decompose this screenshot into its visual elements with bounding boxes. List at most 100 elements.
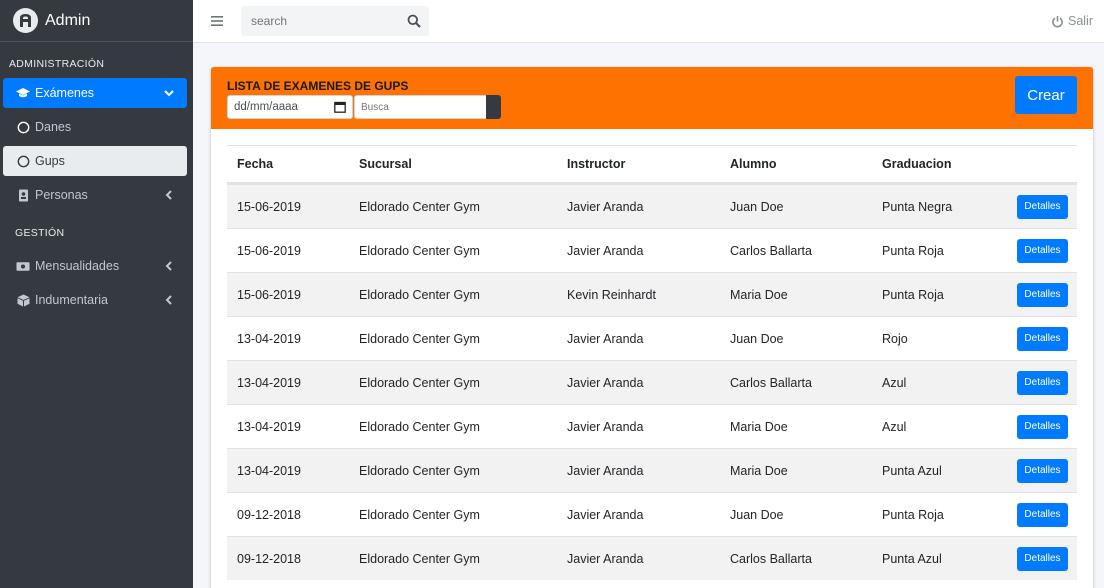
table-row: 15-06-2019 Eldorado Center Gym Javier Ar… (227, 184, 1077, 228)
sidebar-item-personas[interactable]: Personas (3, 180, 187, 210)
circle-icon (16, 120, 30, 134)
box-icon (16, 293, 30, 307)
sidebar-item-examenes[interactable]: Exámenes (3, 78, 187, 108)
sidebar-item-label: Exámenes (35, 86, 95, 100)
sidebar-item-gups[interactable]: Gups (3, 146, 187, 176)
gups-exams-card: LISTA DE EXAMENES DE GUPS dd/mm/aaaa Cre… (211, 67, 1093, 588)
cell-graduacion: Azul (882, 375, 907, 390)
table-row: 13-04-2019 Eldorado Center Gym Javier Ar… (227, 360, 1077, 404)
logout-link[interactable]: Salir (1051, 14, 1093, 28)
cell-alumno: Juan Doe (730, 199, 784, 214)
detalles-button[interactable]: Detalles (1017, 502, 1068, 527)
cell-sucursal: Eldorado Center Gym (359, 419, 480, 434)
cell-fecha: 09-12-2018 (237, 551, 301, 566)
cell-fecha: 09-12-2018 (237, 507, 301, 522)
detalles-button[interactable]: Detalles (1017, 282, 1068, 307)
sidebar-item-label: Gups (35, 154, 65, 168)
cell-alumno: Maria Doe (730, 419, 788, 434)
card-header: LISTA DE EXAMENES DE GUPS dd/mm/aaaa Cre… (211, 67, 1093, 129)
cell-fecha: 15-06-2019 (237, 243, 301, 258)
cell-instructor: Javier Aranda (567, 375, 644, 390)
column-header-alumno: Alumno (730, 157, 777, 171)
table-row: 15-06-2019 Eldorado Center Gym Javier Ar… (227, 228, 1077, 272)
sidebar-item-danes[interactable]: Danes (3, 112, 187, 142)
cell-alumno: Juan Doe (730, 507, 784, 522)
detalles-button[interactable]: Detalles (1017, 546, 1068, 571)
detalles-button[interactable]: Detalles (1017, 194, 1068, 219)
nav-header-administracion: ADMINISTRACIÓN (9, 58, 105, 70)
chevron-left-icon (163, 294, 175, 306)
cell-sucursal: Eldorado Center Gym (359, 331, 480, 346)
table-row: 09-12-2018 Eldorado Center Gym Javier Ar… (227, 536, 1077, 580)
sidebar-item-indumentaria[interactable]: Indumentaria (3, 285, 187, 315)
crear-button[interactable]: Crear (1015, 76, 1077, 114)
chevron-down-icon (163, 87, 175, 99)
cell-sucursal: Eldorado Center Gym (359, 463, 480, 478)
brand-name: Admin (45, 11, 91, 29)
id-card-icon (16, 188, 30, 202)
circle-icon (16, 154, 30, 168)
search-icon[interactable] (407, 14, 421, 28)
column-header-sucursal: Sucursal (359, 157, 412, 171)
cell-instructor: Javier Aranda (567, 507, 644, 522)
sidebar: Admin ADMINISTRACIÓN Exámenes Danes Gups… (0, 0, 193, 588)
cell-graduacion: Punta Azul (882, 551, 942, 566)
cell-sucursal: Eldorado Center Gym (359, 375, 480, 390)
cell-graduacion: Azul (882, 419, 907, 434)
detalles-button[interactable]: Detalles (1017, 238, 1068, 263)
chevron-left-icon (163, 189, 175, 201)
cell-fecha: 13-04-2019 (237, 419, 301, 434)
table-header: Fecha Sucursal Instructor Alumno Graduac… (227, 145, 1077, 184)
detalles-button[interactable]: Detalles (1017, 414, 1068, 439)
money-bill-icon (16, 259, 30, 273)
detalles-button[interactable]: Detalles (1017, 458, 1068, 483)
table-row: 13-04-2019 Eldorado Center Gym Javier Ar… (227, 404, 1077, 448)
column-header-fecha: Fecha (237, 157, 274, 171)
cell-alumno: Carlos Ballarta (730, 243, 812, 258)
cell-graduacion: Punta Azul (882, 463, 942, 478)
calendar-icon[interactable] (334, 101, 346, 113)
cell-sucursal: Eldorado Center Gym (359, 199, 480, 214)
sidebar-item-label: Mensualidades (35, 259, 120, 273)
cell-alumno: Carlos Ballarta (730, 551, 812, 566)
cell-sucursal: Eldorado Center Gym (359, 287, 480, 302)
cell-fecha: 13-04-2019 (237, 375, 301, 390)
exams-table: Fecha Sucursal Instructor Alumno Graduac… (227, 145, 1077, 580)
brand[interactable]: Admin (0, 0, 193, 42)
date-placeholder: dd/mm/aaaa (234, 101, 298, 113)
cell-fecha: 13-04-2019 (237, 331, 301, 346)
cell-sucursal: Eldorado Center Gym (359, 243, 480, 258)
detalles-button[interactable]: Detalles (1017, 370, 1068, 395)
sidebar-item-label: Danes (35, 120, 72, 134)
hamburger-menu-icon[interactable] (211, 14, 223, 26)
table-row: 13-04-2019 Eldorado Center Gym Javier Ar… (227, 448, 1077, 492)
search-input[interactable] (241, 6, 396, 36)
power-icon (1052, 15, 1063, 27)
cell-graduacion: Punta Roja (882, 287, 944, 302)
sidebar-item-label: Indumentaria (35, 293, 108, 307)
cell-sucursal: Eldorado Center Gym (359, 507, 480, 522)
graduation-cap-icon (16, 86, 30, 100)
card-title: LISTA DE EXAMENES DE GUPS (227, 79, 409, 93)
cell-alumno: Maria Doe (730, 287, 788, 302)
topbar: Salir (193, 0, 1104, 43)
cell-fecha: 15-06-2019 (237, 199, 301, 214)
detalles-button[interactable]: Detalles (1017, 326, 1068, 351)
sidebar-item-mensualidades[interactable]: Mensualidades (3, 251, 187, 281)
cell-instructor: Javier Aranda (567, 331, 644, 346)
cell-graduacion: Punta Roja (882, 243, 944, 258)
search-box (241, 6, 429, 36)
date-filter-input[interactable]: dd/mm/aaaa (227, 95, 353, 119)
column-header-graduacion: Graduacion (882, 157, 952, 171)
busca-button[interactable] (486, 95, 501, 119)
cell-instructor: Javier Aranda (567, 243, 644, 258)
chevron-left-icon (163, 260, 175, 272)
cell-graduacion: Punta Roja (882, 507, 944, 522)
nav-header-gestion: GESTIÓN (15, 227, 65, 239)
cell-alumno: Maria Doe (730, 463, 788, 478)
table-row: 13-04-2019 Eldorado Center Gym Javier Ar… (227, 316, 1077, 360)
cell-fecha: 13-04-2019 (237, 463, 301, 478)
busca-input[interactable] (354, 95, 487, 119)
cell-instructor: Javier Aranda (567, 551, 644, 566)
sidebar-item-label: Personas (35, 188, 88, 202)
